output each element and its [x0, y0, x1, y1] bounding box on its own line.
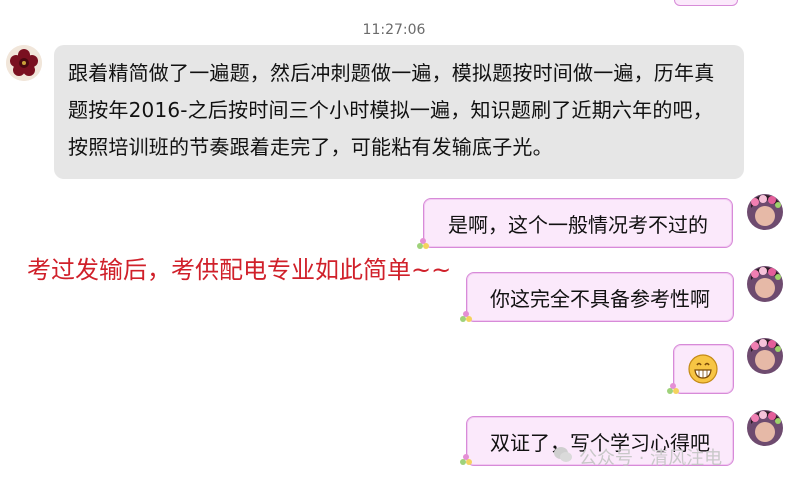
sent-message-bubble: 是啊，这个一般情况考不过的 — [423, 198, 733, 248]
sender-avatar[interactable] — [6, 45, 42, 81]
flower-decoration-icon — [416, 236, 430, 250]
watermark: 公众号 · 清风注电 — [553, 444, 722, 470]
my-avatar[interactable] — [747, 338, 783, 374]
flower-decoration-icon — [666, 381, 680, 395]
sent-message-text: 是啊，这个一般情况考不过的 — [448, 212, 708, 237]
my-avatar[interactable] — [747, 410, 783, 446]
annotation-caption: 考过发输后，考供配电专业如此简单~~ — [27, 256, 452, 284]
received-message-bubble: 跟着精简做了一遍题，然后冲刺题做一遍，模拟题按时间做一遍，历年真题按年2016-… — [54, 45, 744, 179]
previous-message-bubble — [674, 0, 738, 6]
received-message-text: 跟着精简做了一遍题，然后冲刺题做一遍，模拟题按时间做一遍，历年真题按年2016-… — [68, 61, 715, 159]
my-avatar[interactable] — [747, 194, 783, 230]
sent-emoji-bubble — [673, 344, 734, 394]
wechat-logo-icon — [553, 446, 573, 469]
flower-decoration-icon — [459, 452, 473, 466]
sent-message-bubble: 你这完全不具备参考性啊 — [466, 272, 734, 322]
message-timestamp: 11:27:06 — [362, 22, 426, 38]
flower-decoration-icon — [459, 309, 473, 323]
sent-message-text: 你这完全不具备参考性啊 — [490, 286, 710, 311]
watermark-text: 公众号 · 清风注电 — [579, 448, 723, 469]
grinning-face-icon — [688, 354, 718, 388]
my-avatar[interactable] — [747, 266, 783, 302]
